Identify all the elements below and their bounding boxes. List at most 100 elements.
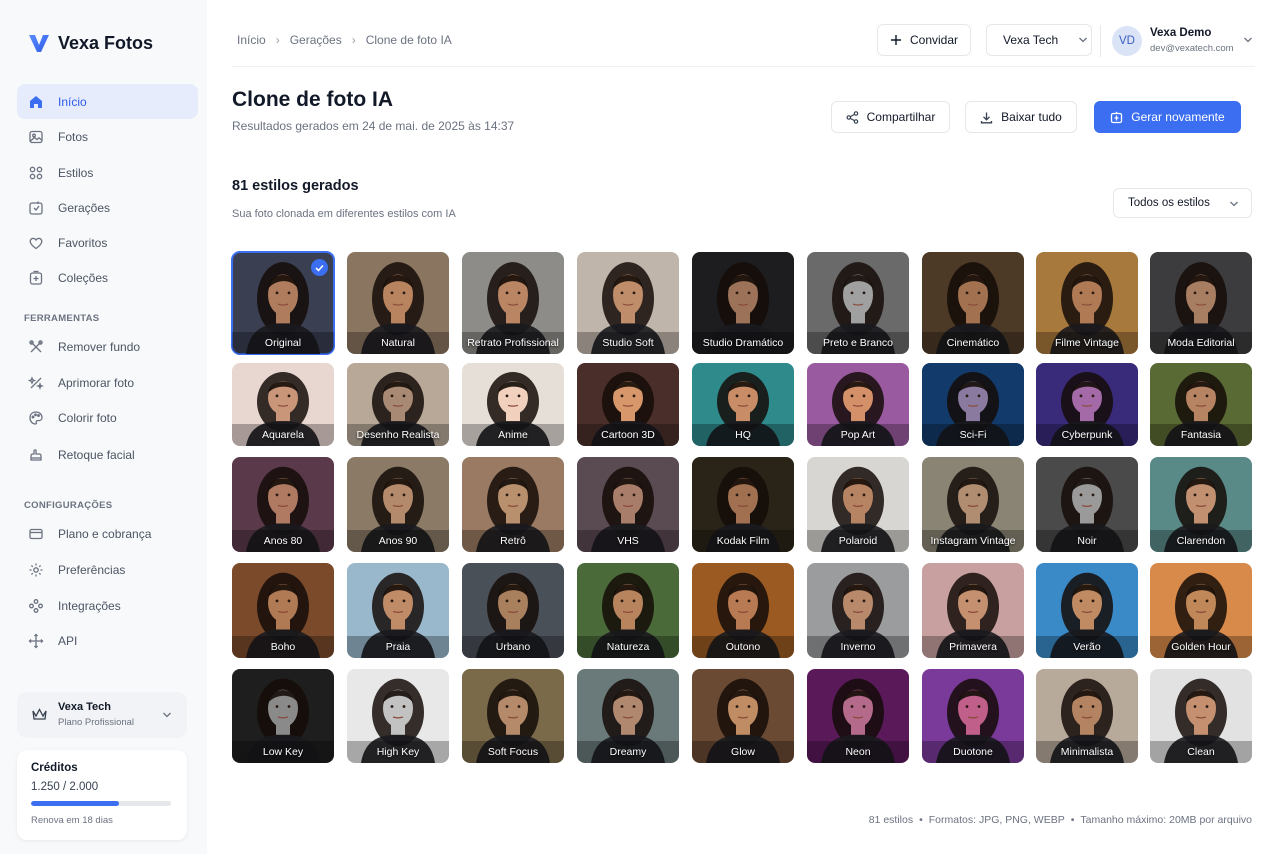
style-tile[interactable]: Cinemático — [922, 252, 1024, 354]
style-label: Cartoon 3D — [601, 429, 655, 441]
style-label: Clarendon — [1176, 535, 1226, 547]
style-tile[interactable]: Polaroid — [807, 457, 909, 552]
nav-item-colecoes[interactable]: Coleções — [17, 260, 198, 295]
team-switcher[interactable]: Vexa Tech Plano Profissional — [17, 692, 187, 738]
style-tile[interactable]: Cartoon 3D — [577, 363, 679, 446]
style-label: Anos 90 — [378, 535, 418, 547]
nav-item-aprimorar-foto[interactable]: Aprimorar foto — [17, 365, 198, 400]
style-label: High Key — [376, 746, 420, 758]
regenerate-button[interactable]: Gerar novamente — [1094, 101, 1241, 133]
workspace-select[interactable]: Vexa Tech — [986, 24, 1092, 56]
style-tile[interactable]: Dreamy — [577, 669, 679, 763]
breadcrumb: Início › Gerações › Clone de foto IA — [237, 33, 452, 47]
credits-title: Créditos — [31, 762, 78, 774]
style-tile[interactable]: Studio Dramático — [692, 252, 794, 354]
nav-item-inicio[interactable]: Início — [17, 84, 198, 119]
style-label: Natural — [381, 337, 415, 349]
style-tile[interactable]: Studio Soft — [577, 252, 679, 354]
style-tile[interactable]: Moda Editorial — [1150, 252, 1252, 354]
style-label: Desenho Realista — [356, 429, 440, 441]
style-label: Primavera — [949, 641, 997, 653]
nav-item-favoritos[interactable]: Favoritos — [17, 225, 198, 260]
nav-item-label: API — [58, 633, 78, 648]
style-tile[interactable]: HQ — [692, 363, 794, 446]
nav-item-label: Coleções — [58, 270, 109, 285]
style-tile[interactable]: Natural — [347, 252, 449, 354]
style-tile[interactable]: Sci-Fi — [922, 363, 1024, 446]
user-email: dev@vexatech.com — [1150, 43, 1234, 54]
breadcrumb-item-geracoes[interactable]: Gerações — [290, 33, 342, 47]
style-tile[interactable]: Noir — [1036, 457, 1138, 552]
style-label: Filme Vintage — [1054, 337, 1119, 349]
style-tile[interactable]: Low Key — [232, 669, 334, 763]
style-label: HQ — [735, 429, 751, 441]
nav-item-preferencias[interactable]: Preferências — [17, 552, 198, 587]
download-icon — [980, 112, 993, 123]
style-label: Verão — [1073, 641, 1101, 653]
style-tile[interactable]: Anos 90 — [347, 457, 449, 552]
style-tile[interactable]: Aquarela — [232, 363, 334, 446]
invite-button[interactable]: Convidar — [877, 24, 971, 56]
style-tile[interactable]: Clarendon — [1150, 457, 1252, 552]
style-label: Urbano — [495, 641, 531, 653]
team-plan: Plano Profissional — [58, 717, 135, 728]
style-tile[interactable]: Urbano — [462, 563, 564, 658]
breadcrumb-item-inicio[interactable]: Início — [237, 33, 266, 47]
style-tile[interactable]: Retrô — [462, 457, 564, 552]
style-tile[interactable]: Retrato Profissional — [462, 252, 564, 354]
style-tile[interactable]: Filme Vintage — [1036, 252, 1138, 354]
style-tile[interactable]: Pop Art — [807, 363, 909, 446]
grid-icon — [29, 166, 43, 179]
style-tile[interactable]: Glow — [692, 669, 794, 763]
nav-item-plano-cobranca[interactable]: Plano e cobrança — [17, 516, 198, 551]
style-tile[interactable]: Neon — [807, 669, 909, 763]
style-tile[interactable]: Anos 80 — [232, 457, 334, 552]
styles-filter-select[interactable]: Todos os estilos — [1113, 188, 1252, 218]
nav-item-geracoes[interactable]: Gerações — [17, 190, 198, 225]
share-button[interactable]: Compartilhar — [831, 101, 950, 133]
style-tile[interactable]: Kodak Film — [692, 457, 794, 552]
style-tile[interactable]: Desenho Realista — [347, 363, 449, 446]
style-label: Noir — [1077, 535, 1097, 547]
style-tile[interactable]: Clean — [1150, 669, 1252, 763]
style-tile[interactable]: Instagram Vintage — [922, 457, 1024, 552]
nav-item-fotos[interactable]: Fotos — [17, 119, 198, 154]
chevron-down-icon[interactable] — [1243, 36, 1253, 44]
nav-item-label: Preferências — [58, 562, 126, 577]
style-tile[interactable]: Golden Hour — [1150, 563, 1252, 658]
style-tile[interactable]: Duotone — [922, 669, 1024, 763]
style-label: Natureza — [606, 641, 650, 653]
nav-item-retoque-facial[interactable]: Retoque facial — [17, 437, 198, 472]
style-tile[interactable]: Boho — [232, 563, 334, 658]
nav-item-integracoes[interactable]: Integrações — [17, 588, 198, 623]
invite-label: Convidar — [909, 33, 959, 47]
style-label: Retrato Profissional — [467, 337, 559, 349]
style-tile[interactable]: Praia — [347, 563, 449, 658]
style-tile[interactable]: Anime — [462, 363, 564, 446]
footer-formats: Formatos: JPG, PNG, WEBP — [928, 814, 1065, 826]
style-tile[interactable]: High Key — [347, 669, 449, 763]
style-tile[interactable]: Inverno — [807, 563, 909, 658]
style-tile[interactable]: Verão — [1036, 563, 1138, 658]
download-all-button[interactable]: Baixar tudo — [965, 101, 1077, 133]
user-name[interactable]: Vexa Demo — [1150, 27, 1211, 39]
nav-item-label: Retoque facial — [58, 447, 135, 462]
nav-item-colorir-foto[interactable]: Colorir foto — [17, 400, 198, 435]
style-tile[interactable]: Soft Focus — [462, 669, 564, 763]
style-tile[interactable]: Fantasia — [1150, 363, 1252, 446]
nav-item-remover-fundo[interactable]: Remover fundo — [17, 329, 198, 364]
app-logo[interactable]: Vexa Fotos — [28, 32, 153, 54]
style-tile[interactable]: Cyberpunk — [1036, 363, 1138, 446]
nav-item-api[interactable]: API — [17, 623, 198, 658]
avatar[interactable]: VD — [1112, 26, 1142, 56]
style-tile[interactable]: Outono — [692, 563, 794, 658]
style-tile[interactable]: Natureza — [577, 563, 679, 658]
style-label: Neon — [845, 746, 871, 758]
style-tile[interactable]: Original — [231, 251, 335, 355]
style-tile[interactable]: Minimalista — [1036, 669, 1138, 763]
style-tile[interactable]: VHS — [577, 457, 679, 552]
nav-item-estilos[interactable]: Estilos — [17, 155, 198, 190]
style-tile[interactable]: Preto e Branco — [807, 252, 909, 354]
crown-icon — [32, 708, 47, 720]
style-tile[interactable]: Primavera — [922, 563, 1024, 658]
